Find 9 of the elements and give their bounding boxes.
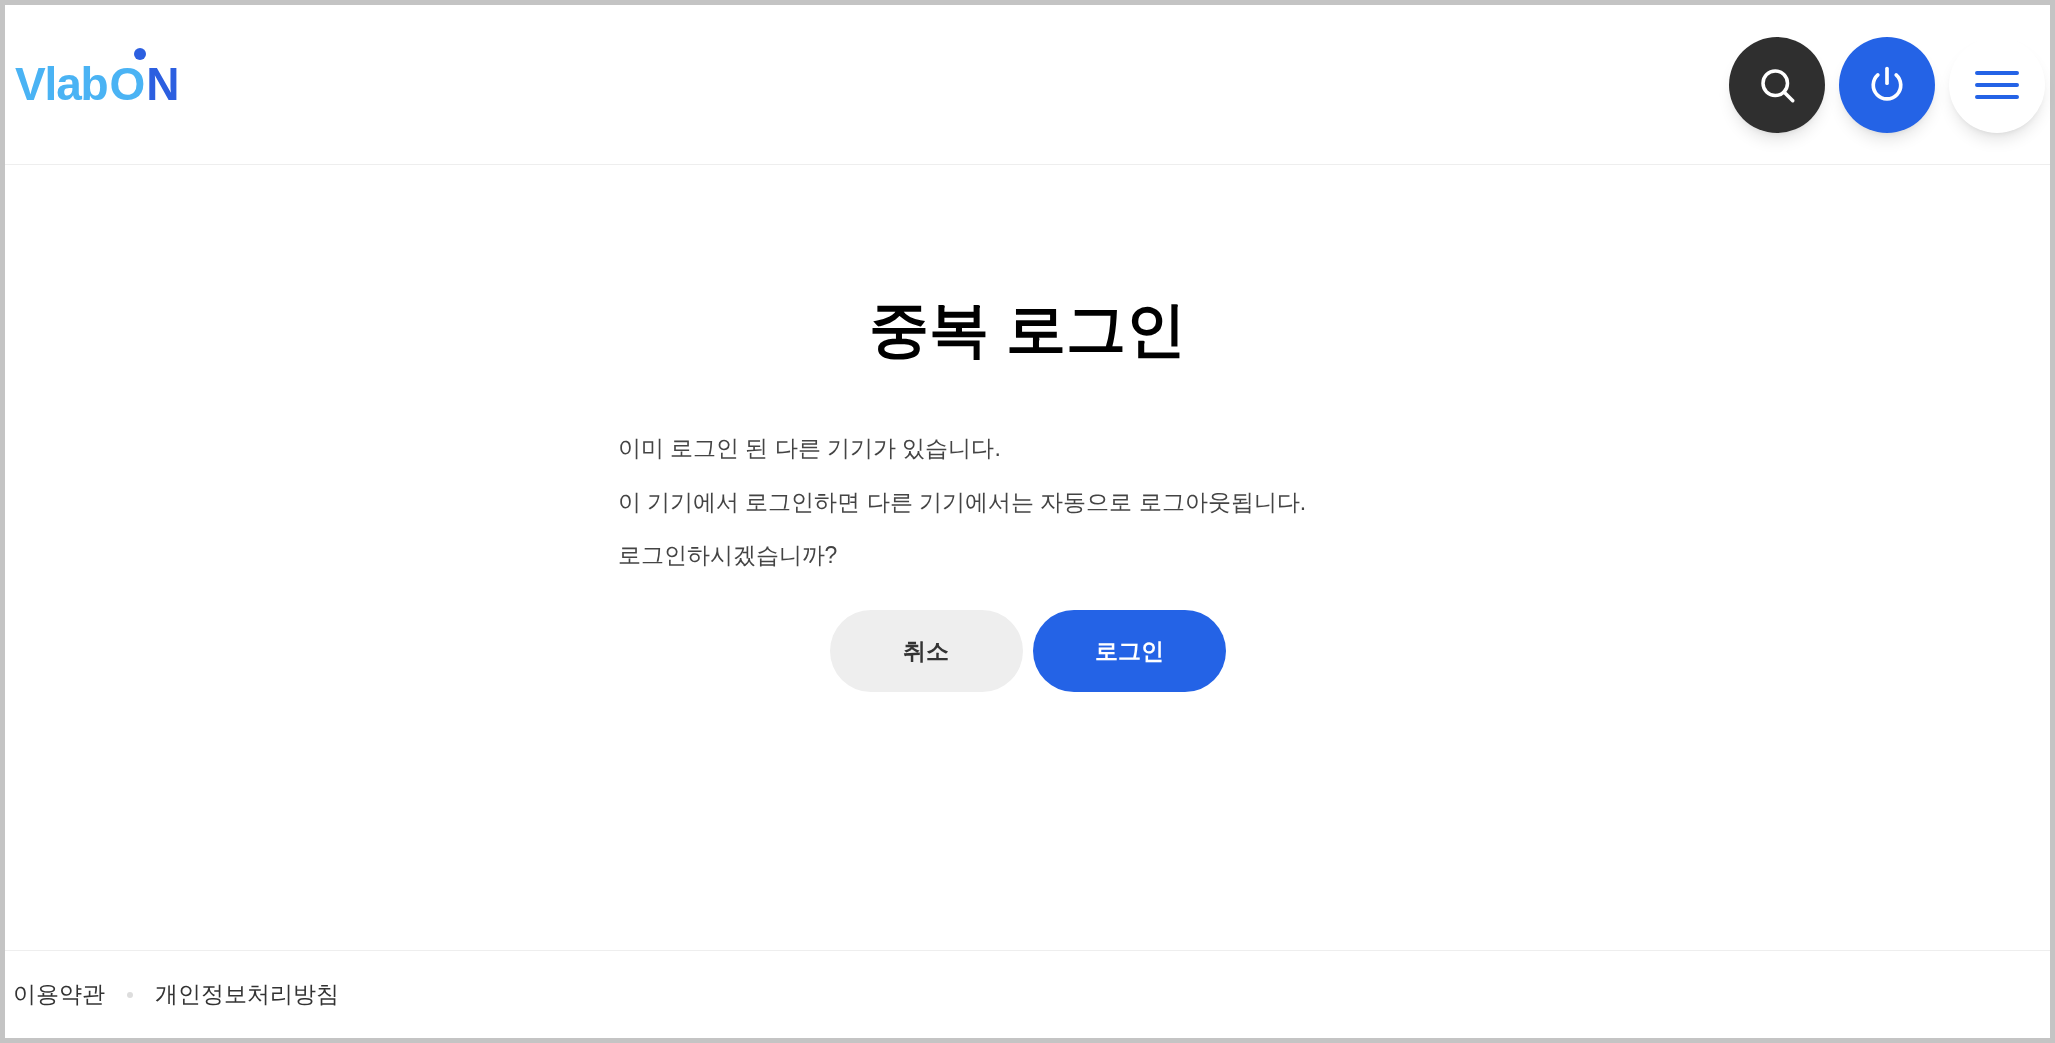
logo[interactable]: VlabON bbox=[15, 50, 179, 119]
login-button[interactable]: 로그인 bbox=[1032, 609, 1226, 692]
message-text: 로그인하시겠습니까? bbox=[617, 542, 839, 570]
footer-link[interactable]: 개인정보처리방침 bbox=[155, 977, 339, 1012]
dialog-title: 중복 로그인 bbox=[869, 295, 1186, 365]
message-text: 이미 로그인 된 다른 기기가 있습니다. bbox=[617, 435, 1002, 463]
message-text: 이 기기에서 로그인하면 다른 기기에서는 자동으로 로그아웃됩니다. bbox=[617, 488, 1308, 517]
footer-link[interactable]: 이용약관 bbox=[13, 977, 105, 1012]
cancel-button[interactable]: 취소 bbox=[829, 609, 1023, 692]
